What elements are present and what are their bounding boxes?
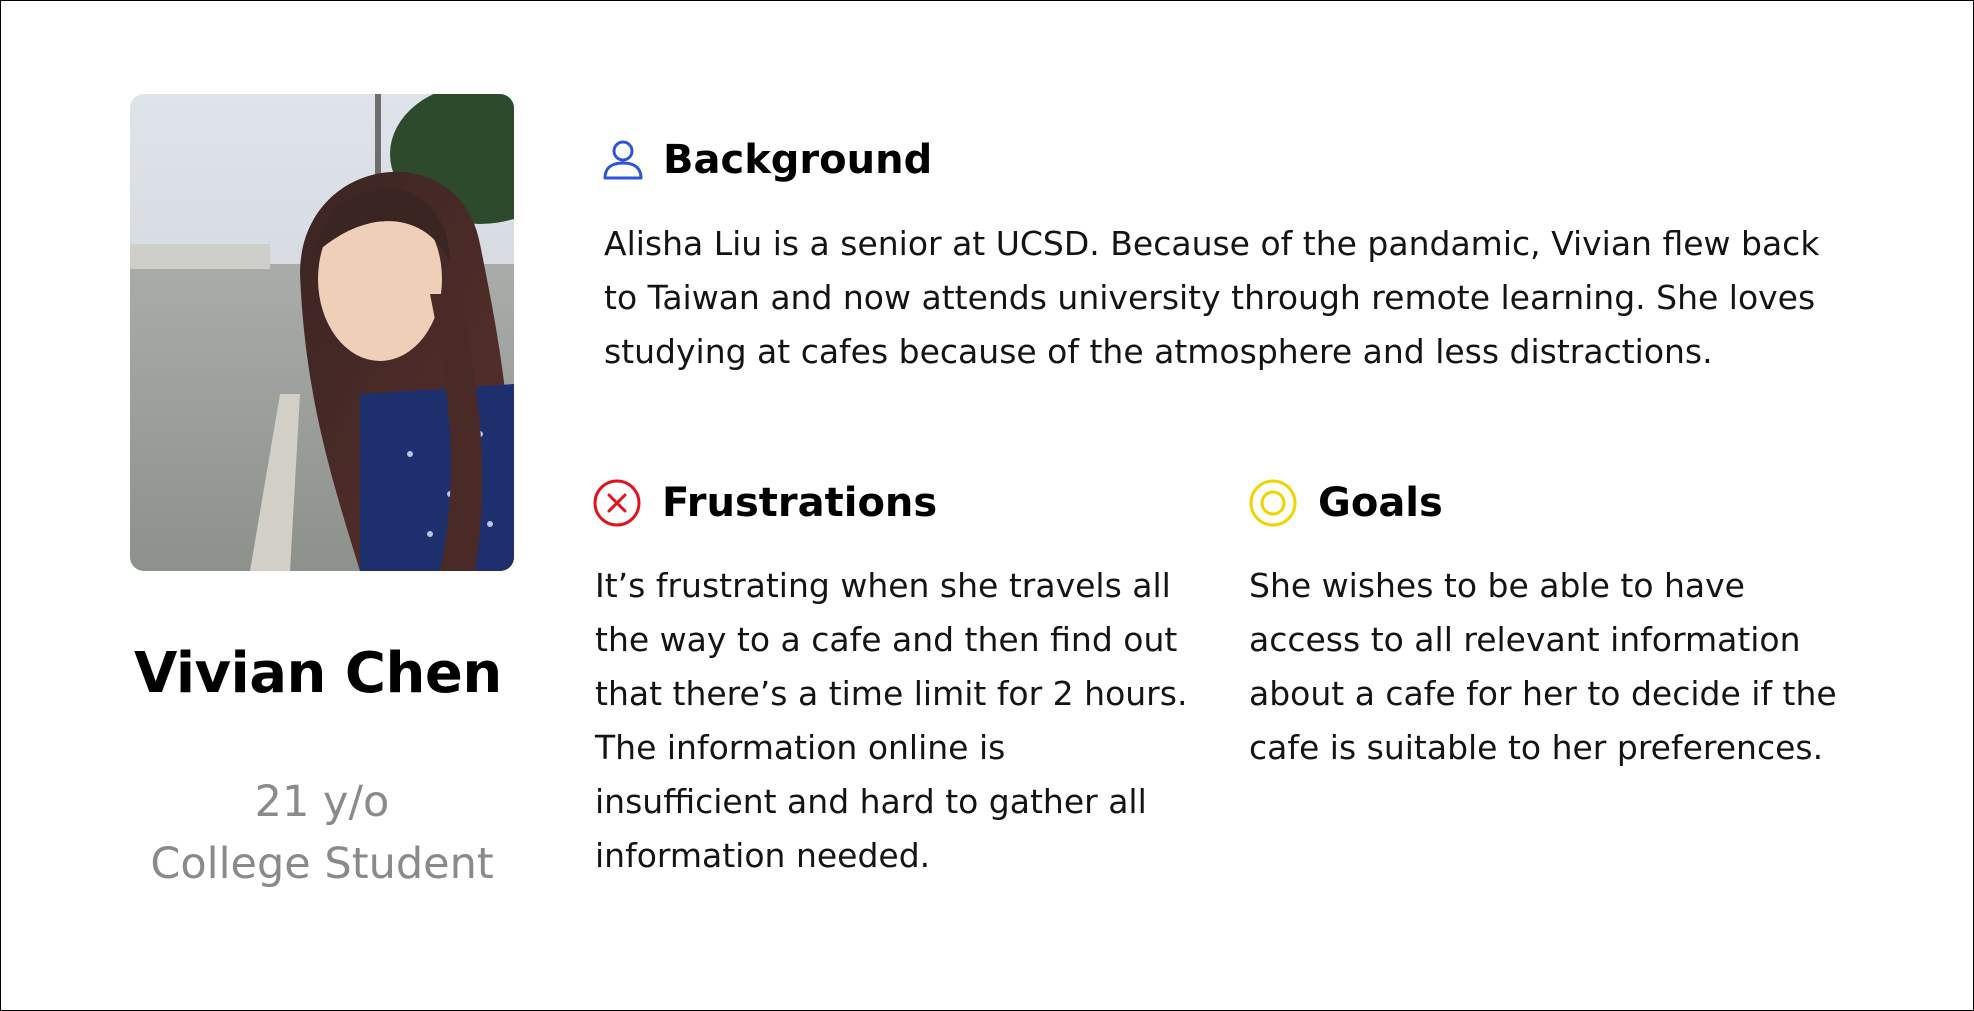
frustrations-header: Frustrations	[592, 478, 937, 528]
frustrations-title: Frustrations	[662, 480, 938, 526]
goals-header: Goals	[1248, 478, 1443, 528]
goals-line: about a cafe for her to decide if the	[1249, 674, 1837, 713]
persona-occupation: College Student	[150, 839, 494, 889]
frustrations-line: It’s frustrating when she travels all	[595, 566, 1171, 605]
goals-title: Goals	[1318, 480, 1443, 526]
persona-card: Vivian Chen 21 y/o College Student Backg…	[0, 0, 1974, 1011]
goals-text: She wishes to be able to have access to …	[1249, 559, 1837, 775]
persona-name: Vivian Chen	[134, 641, 502, 706]
x-circle-icon	[592, 478, 642, 528]
frustrations-line: insufficient and hard to gather all	[595, 782, 1147, 821]
target-icon	[1248, 478, 1298, 528]
background-title: Background	[663, 137, 933, 183]
persona-age: 21 y/o	[254, 777, 390, 827]
person-icon	[601, 138, 645, 182]
persona-meta: 21 y/o College Student	[130, 771, 514, 895]
background-header: Background	[601, 137, 932, 183]
frustrations-line: the way to a cafe and then find out	[595, 620, 1178, 659]
goals-line: She wishes to be able to have	[1249, 566, 1745, 605]
background-line: Alisha Liu is a senior at UCSD. Because …	[604, 224, 1820, 263]
profile-photo	[130, 94, 514, 571]
goals-line: cafe is suitable to her preferences.	[1249, 728, 1824, 767]
frustrations-text: It’s frustrating when she travels all th…	[595, 559, 1187, 883]
background-line: studying at cafes because of the atmosph…	[604, 332, 1713, 371]
background-line: to Taiwan and now attends university thr…	[604, 278, 1816, 317]
frustrations-line: that there’s a time limit for 2 hours.	[595, 674, 1188, 713]
background-text: Alisha Liu is a senior at UCSD. Because …	[604, 217, 1819, 379]
frustrations-line: The information online is	[595, 728, 1006, 767]
frustrations-line: information needed.	[595, 836, 931, 875]
goals-line: access to all relevant information	[1249, 620, 1801, 659]
